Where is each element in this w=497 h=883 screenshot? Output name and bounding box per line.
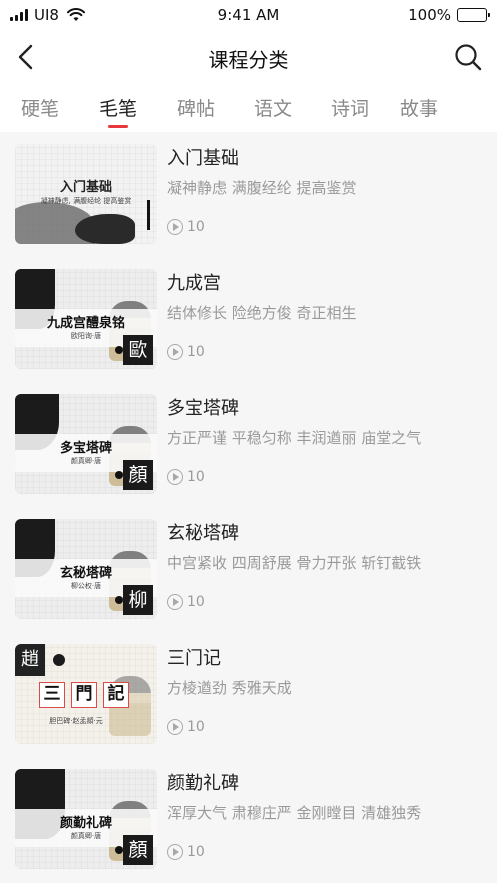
seal-mark: 柳	[123, 585, 153, 615]
course-thumbnail: 九成宫醴泉铭 欧阳询·唐 歐	[15, 269, 157, 369]
course-description: 结体修长 险绝方俊 奇正相生	[167, 304, 357, 322]
list-item[interactable]: 趙 三 門 記 胆巴碑·赵孟頫·元 三门记 方棱遒劲 秀雅天成 10	[0, 632, 497, 757]
course-thumbnail: 玄秘塔碑 柳公权·唐 柳	[15, 519, 157, 619]
list-item[interactable]: 多宝塔碑 颜真卿·唐 顏 多宝塔碑 方正严谨 平稳匀称 丰润遒丽 庙堂之气 10	[0, 382, 497, 507]
char-box: 門	[71, 682, 97, 708]
play-count: 10	[187, 469, 205, 485]
thumb-title: 颜勤礼碑	[59, 816, 112, 831]
course-title: 颜勤礼碑	[167, 773, 239, 794]
thumb-subtitle: 凝神静虑, 满腹经纶 提高鉴赏	[40, 197, 132, 205]
course-description: 中宫紧收 四周舒展 骨力开张 斩钉截铁	[167, 554, 422, 572]
play-count: 10	[187, 344, 205, 360]
corner-mark: 趙	[15, 644, 45, 676]
play-count-icon	[167, 344, 183, 360]
thumb-title: 九成宫醴泉铭	[46, 316, 125, 331]
battery-percent: 100%	[408, 6, 451, 24]
seal-mark: 歐	[123, 335, 153, 365]
play-count: 10	[187, 594, 205, 610]
seal-mark: 顏	[123, 460, 153, 490]
course-thumbnail: 入门基础 凝神静虑, 满腹经纶 提高鉴赏	[15, 144, 157, 244]
play-count-icon	[167, 844, 183, 860]
play-count-icon	[167, 719, 183, 735]
course-description: 方棱遒劲 秀雅天成	[167, 679, 292, 697]
course-title: 入门基础	[167, 148, 239, 169]
course-thumbnail: 颜勤礼碑 颜真卿·唐 顏	[15, 769, 157, 869]
active-tab-indicator	[108, 125, 128, 128]
course-thumbnail: 多宝塔碑 颜真卿·唐 顏	[15, 394, 157, 494]
play-count-icon	[167, 594, 183, 610]
tab-rubbings[interactable]: 碑帖	[166, 94, 226, 121]
list-item[interactable]: 九成宫醴泉铭 欧阳询·唐 歐 九成宫 结体修长 险绝方俊 奇正相生 10	[0, 257, 497, 382]
list-item[interactable]: 入门基础 凝神静虑, 满腹经纶 提高鉴赏 入门基础 凝神静虑 满腹经纶 提高鉴赏…	[0, 132, 497, 257]
seal-mark: 顏	[123, 835, 153, 865]
play-count-icon	[167, 469, 183, 485]
play-count: 10	[187, 219, 205, 235]
play-count-icon	[167, 219, 183, 235]
tab-brush[interactable]: 毛笔	[88, 94, 148, 121]
course-thumbnail: 趙 三 門 記 胆巴碑·赵孟頫·元	[15, 644, 157, 744]
course-title: 多宝塔碑	[167, 398, 239, 419]
tab-chinese[interactable]: 语文	[243, 94, 303, 121]
category-tabs: 硬笔 毛笔 碑帖 语文 诗词 故事	[0, 86, 497, 130]
tab-hardpen[interactable]: 硬笔	[10, 94, 70, 121]
course-title: 玄秘塔碑	[167, 523, 239, 544]
thumb-title: 玄秘塔碑	[59, 566, 112, 581]
tab-poetry[interactable]: 诗词	[320, 94, 380, 121]
thumb-title: 入门基础	[59, 180, 112, 195]
thumb-title: 多宝塔碑	[59, 441, 112, 456]
char-box: 三	[39, 682, 65, 708]
course-description: 方正严谨 平稳匀称 丰润遒丽 庙堂之气	[167, 429, 422, 447]
list-item[interactable]: 玄秘塔碑 柳公权·唐 柳 玄秘塔碑 中宫紧收 四周舒展 骨力开张 斩钉截铁 10	[0, 507, 497, 632]
char-box: 記	[103, 682, 129, 708]
play-count: 10	[187, 719, 205, 735]
course-description: 浑厚大气 肃穆庄严 金刚瞠目 清雄独秀	[167, 804, 422, 822]
course-title: 三门记	[167, 648, 221, 669]
course-description: 凝神静虑 满腹经纶 提高鉴赏	[167, 179, 357, 197]
page-title: 课程分类	[208, 48, 289, 72]
list-item[interactable]: 颜勤礼碑 颜真卿·唐 顏 颜勤礼碑 浑厚大气 肃穆庄严 金刚瞠目 清雄独秀 10	[0, 757, 497, 882]
status-right: 100%	[408, 6, 490, 24]
course-list: 入门基础 凝神静虑, 满腹经纶 提高鉴赏 入门基础 凝神静虑 满腹经纶 提高鉴赏…	[0, 132, 497, 883]
play-count: 10	[187, 844, 205, 860]
search-icon[interactable]	[453, 42, 483, 72]
status-bar: UI8 9:41 AM 100%	[0, 0, 497, 30]
tab-stories[interactable]: 故事	[389, 94, 449, 121]
thumb-subtitle: 胆巴碑·赵孟頫·元	[49, 717, 103, 725]
battery-icon	[457, 8, 490, 22]
nav-bar: 课程分类	[0, 34, 497, 80]
course-title: 九成宫	[167, 273, 221, 294]
